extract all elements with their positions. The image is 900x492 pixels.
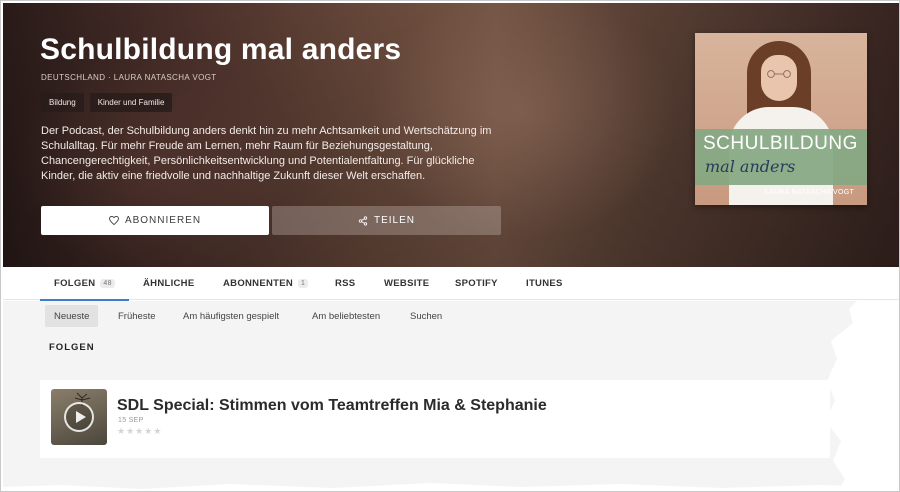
sort-most-played[interactable]: Am häufigsten gespielt xyxy=(174,305,288,327)
tab-label: WEBSITE xyxy=(384,278,430,289)
tab-spotify[interactable]: SPOTIFY xyxy=(455,267,498,300)
tab-count-badge: 1 xyxy=(298,279,309,288)
episodes-panel: Neueste Früheste Am häufigsten gespielt … xyxy=(3,301,899,491)
cover-author: LAURA NATASCHA VOGT xyxy=(765,189,855,196)
tab-bar: FOLGEN 48 ÄHNLICHE ABONNENTEN 1 RSS WEBS… xyxy=(3,267,899,301)
podcast-header: Schulbildung mal anders DEUTSCHLAND · LA… xyxy=(3,3,899,267)
tab-label: ITUNES xyxy=(526,278,563,289)
podcast-cover[interactable]: SCHULBILDUNG mal anders LAURA NATASCHA V… xyxy=(695,33,867,205)
torn-edge-bottom xyxy=(1,483,899,491)
cover-title: SCHULBILDUNG xyxy=(703,133,858,154)
subscribe-button[interactable]: ABONNIEREN xyxy=(41,206,269,235)
cover-tagline: mal anders xyxy=(705,157,796,176)
tab-label: RSS xyxy=(335,278,356,289)
subscribe-label: ABONNIEREN xyxy=(124,215,202,226)
star-icon[interactable]: ★ xyxy=(153,427,161,436)
star-icon[interactable]: ★ xyxy=(135,427,143,436)
share-label: TEILEN xyxy=(373,215,415,226)
tab-count-badge: 48 xyxy=(100,279,115,288)
episode-rating[interactable]: ★ ★ ★ ★ ★ xyxy=(117,427,161,436)
star-icon[interactable]: ★ xyxy=(144,427,152,436)
episode-thumbnail[interactable] xyxy=(51,389,107,445)
tab-label: SPOTIFY xyxy=(455,278,498,289)
torn-edge-right xyxy=(825,301,899,491)
episode-date: 15 SEP xyxy=(118,417,144,424)
podcast-info: Schulbildung mal anders DEUTSCHLAND · LA… xyxy=(40,3,660,267)
heart-icon xyxy=(108,216,119,225)
cover-photo-face xyxy=(761,55,797,101)
cover-glasses-graphic xyxy=(767,70,791,78)
podcast-description: Der Podcast, der Schulbildung anders den… xyxy=(41,125,492,182)
list-item[interactable]: SDL Special: Stimmen vom Teamtreffen Mia… xyxy=(40,380,830,458)
sort-newest[interactable]: Neueste xyxy=(45,305,99,327)
tab-website[interactable]: WEBSITE xyxy=(384,267,429,300)
tab-label: ÄHNLICHE xyxy=(143,278,195,289)
tab-rss[interactable]: RSS xyxy=(335,267,355,300)
play-icon[interactable] xyxy=(64,402,94,432)
tab-abonnenten[interactable]: ABONNENTEN 1 xyxy=(223,267,309,300)
tab-label: FOLGEN xyxy=(54,278,96,289)
sort-earliest[interactable]: Früheste xyxy=(109,305,165,327)
section-title: FOLGEN xyxy=(49,342,95,353)
sort-search[interactable]: Suchen xyxy=(401,305,451,327)
star-icon[interactable]: ★ xyxy=(126,427,134,436)
page: Schulbildung mal anders DEUTSCHLAND · LA… xyxy=(0,0,900,492)
sort-most-liked[interactable]: Am beliebtesten xyxy=(303,305,389,327)
tag-bildung[interactable]: Bildung xyxy=(41,93,84,112)
share-icon xyxy=(358,215,368,226)
share-button[interactable]: TEILEN xyxy=(272,206,501,235)
tab-label: ABONNENTEN xyxy=(223,278,294,289)
star-icon[interactable]: ★ xyxy=(117,427,125,436)
tag-kinder-und-familie[interactable]: Kinder und Familie xyxy=(89,93,173,112)
podcast-subtitle: DEUTSCHLAND · LAURA NATASCHA VOGT xyxy=(41,73,217,82)
episode-title[interactable]: SDL Special: Stimmen vom Teamtreffen Mia… xyxy=(117,397,547,415)
tab-folgen[interactable]: FOLGEN 48 xyxy=(40,267,129,301)
tab-aehnliche[interactable]: ÄHNLICHE xyxy=(143,267,194,300)
tag-list: Bildung Kinder und Familie xyxy=(41,93,173,112)
podcast-title: Schulbildung mal anders xyxy=(40,33,402,66)
tab-itunes[interactable]: ITUNES xyxy=(526,267,563,300)
